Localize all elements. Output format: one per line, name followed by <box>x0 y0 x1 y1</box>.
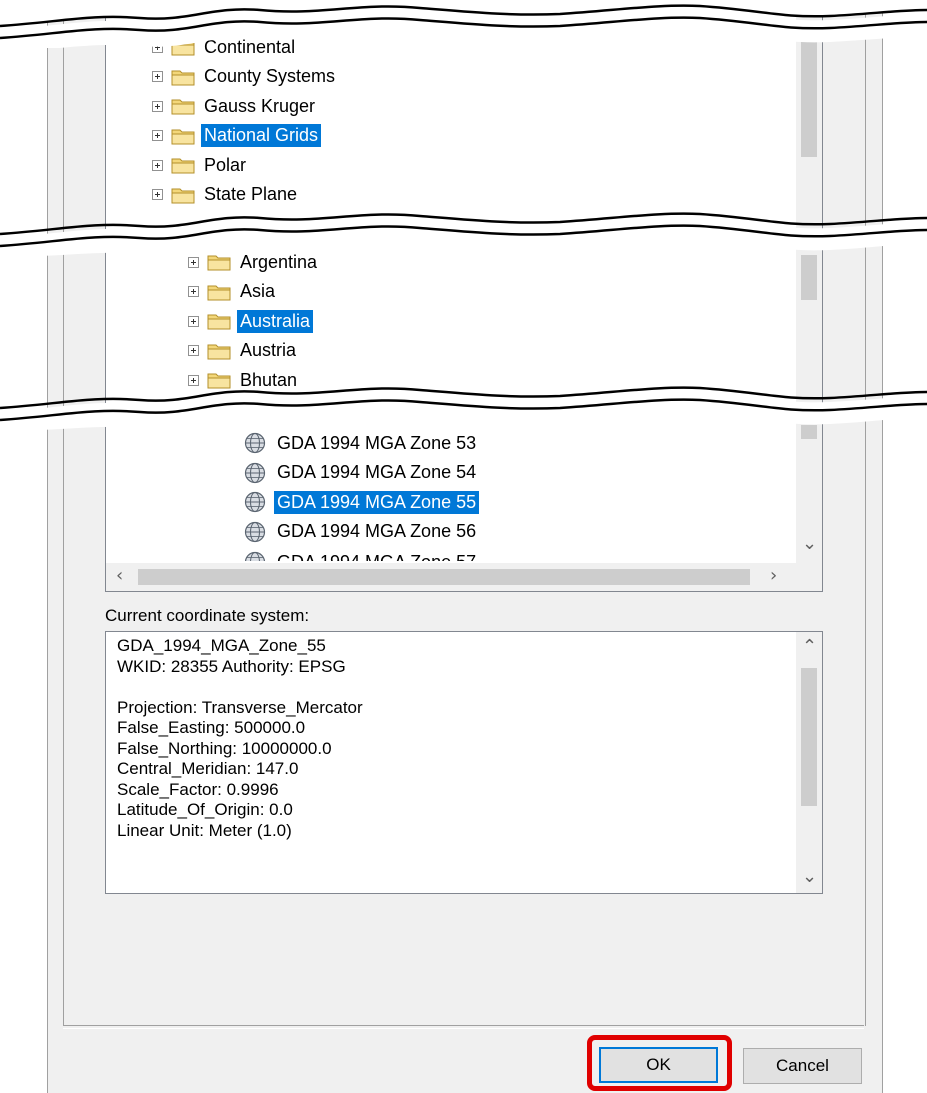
details-line: False_Easting: 500000.0 <box>117 718 306 737</box>
tree-node-label: State Plane <box>204 184 298 204</box>
folder-icon <box>171 127 201 145</box>
details-line: Scale_Factor: 0.9996 <box>117 779 279 799</box>
tree-node-label: Gauss Kruger <box>204 95 316 116</box>
tree-node-label: Asia <box>240 281 276 301</box>
tree-node-tree_section_2-1[interactable]: Asia <box>188 279 278 305</box>
expand-plus-icon[interactable] <box>188 286 199 297</box>
globe-icon <box>244 491 274 513</box>
tree-hscroll-thumb[interactable] <box>138 569 750 585</box>
tree-vertical-scrollbar[interactable]: ⌄ <box>796 1 822 563</box>
details-line <box>117 677 363 698</box>
details-line: Central_Meridian: 147.0 <box>117 759 299 778</box>
tree-node-label: GDA 1994 MGA Zone 53 <box>277 432 477 453</box>
folder-icon <box>207 312 237 330</box>
tree-node-tree_section_3-3[interactable]: GDA 1994 MGA Zone 56 <box>244 519 479 545</box>
tree-node-label: GDA 1994 MGA Zone 56 <box>277 521 477 541</box>
tree-node-label: GDA 1994 MGA Zone 55 <box>274 490 480 514</box>
expand-plus-icon[interactable] <box>152 130 163 141</box>
break-line-middle <box>0 212 927 256</box>
folder-icon <box>171 186 201 204</box>
current-coordinate-system-caption: Current coordinate system: <box>105 606 310 625</box>
tree-node-label: GDA 1994 MGA Zone 57 <box>274 551 479 562</box>
globe-icon <box>244 551 274 561</box>
expand-plus-icon[interactable] <box>188 256 199 268</box>
button-bar-separator <box>63 1025 864 1029</box>
tree-scroll-thumb-2[interactable] <box>801 255 817 300</box>
tree-node-tree_section_1-2[interactable]: Gauss Kruger <box>152 93 318 119</box>
tree-node-tree_section_1-4[interactable]: Polar <box>152 152 249 178</box>
tree-node-label: GDA 1994 MGA Zone 54 <box>277 462 477 482</box>
ok-button[interactable]: OK <box>599 1047 718 1083</box>
globe-icon <box>244 462 274 484</box>
cancel-button[interactable]: Cancel <box>743 1048 862 1084</box>
tree-node-tree_section_1-3[interactable]: National Grids <box>152 123 322 149</box>
tree-node-tree_section_3-0[interactable]: GDA 1994 MGA Zone 53 <box>244 430 479 456</box>
tree-node-tree_section_3-partial[interactable]: GDA 1994 MGA Zone 57 <box>244 549 479 561</box>
details-line: WKID: 28355 Authority: EPSG <box>117 656 346 676</box>
folder-icon <box>171 156 201 174</box>
tree-node-tree_section_1-1[interactable]: County Systems <box>152 64 338 90</box>
coordinate-system-details-text: GDA_1994_MGA_Zone_55 WKID: 28355 Authorit… <box>117 636 363 841</box>
globe-icon <box>244 432 274 454</box>
tree-node-label: Polar <box>204 154 247 175</box>
details-scroll-up-arrow-icon[interactable]: ⌃ <box>802 638 817 656</box>
details-line: GDA_1994_MGA_Zone_55 <box>117 636 326 655</box>
details-scroll-thumb[interactable] <box>801 668 817 806</box>
details-line: False_Northing: 10000000.0 <box>117 738 332 758</box>
details-line: Linear Unit: Meter (1.0) <box>117 820 292 840</box>
tree-node-tree_section_2-2[interactable]: Australia <box>188 308 314 334</box>
expand-plus-icon[interactable] <box>152 71 163 82</box>
tree-node-label: County Systems <box>204 66 336 86</box>
tree-node-tree_section_3-2[interactable]: GDA 1994 MGA Zone 55 <box>244 489 480 515</box>
break-line-bottom <box>0 386 927 430</box>
scroll-left-arrow-icon[interactable]: ‹ <box>116 567 123 585</box>
tree-node-tree_section_1-5[interactable]: State Plane <box>152 182 300 208</box>
tree-node-label: National Grids <box>201 124 322 147</box>
details-line: Latitude_Of_Origin: 0.0 <box>117 800 293 819</box>
folder-icon <box>207 283 237 301</box>
tree-node-partial-clip: GDA 1994 MGA Zone 57 <box>244 549 804 561</box>
break-line-top <box>0 0 927 48</box>
folder-icon <box>207 342 237 360</box>
tree-node-tree_section_2-3[interactable]: Austria <box>188 338 299 364</box>
details-line: Projection: Transverse_Mercator <box>117 697 363 717</box>
tree-node-label: Australia <box>237 309 314 333</box>
expand-plus-icon[interactable] <box>152 159 163 171</box>
expand-plus-icon[interactable] <box>152 189 163 200</box>
details-scroll-down-arrow-icon[interactable]: ⌄ <box>802 868 817 886</box>
expand-plus-icon[interactable] <box>188 315 199 327</box>
tree-node-tree_section_3-1[interactable]: GDA 1994 MGA Zone 54 <box>244 460 479 486</box>
tree-node-label: Austria <box>240 340 297 360</box>
globe-icon <box>244 521 274 543</box>
tree-scroll-thumb-1[interactable] <box>801 37 817 157</box>
expand-plus-icon[interactable] <box>188 345 199 356</box>
folder-icon <box>171 97 201 115</box>
details-vertical-scrollbar[interactable]: ⌃ ⌄ <box>796 632 822 893</box>
scroll-down-arrow-icon[interactable]: ⌄ <box>802 535 817 553</box>
coordinate-system-details[interactable]: GDA_1994_MGA_Zone_55 WKID: 28355 Authorit… <box>105 631 823 894</box>
scroll-right-arrow-icon[interactable]: › <box>770 567 777 585</box>
expand-plus-icon[interactable] <box>152 100 163 112</box>
folder-icon <box>171 68 201 86</box>
tree-horizontal-scrollbar[interactable]: ‹ › <box>106 563 822 591</box>
